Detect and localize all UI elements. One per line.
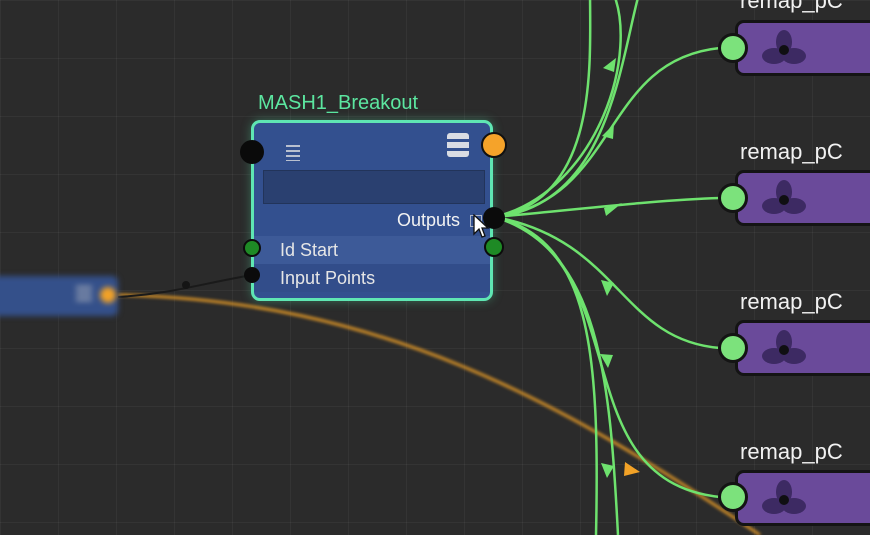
id-start-input-port[interactable] (243, 239, 261, 257)
orange-arrow (624, 462, 640, 476)
message-input-port[interactable] (240, 140, 264, 164)
remap-node-icon (762, 330, 806, 364)
upstream-node[interactable] (0, 276, 118, 316)
node-output-port[interactable] (481, 132, 507, 158)
mouse-cursor-icon (473, 214, 490, 238)
node-name-field[interactable] (263, 170, 485, 204)
remap-node[interactable] (735, 320, 870, 376)
remap-node[interactable] (735, 20, 870, 76)
remap-node-label: remap_pC (740, 0, 843, 13)
remap-node[interactable] (735, 170, 870, 226)
id-start-output-port[interactable] (484, 237, 504, 257)
remap-node[interactable] (735, 470, 870, 526)
remap-node-label: remap_pC (740, 439, 843, 464)
remap-input-port[interactable] (718, 33, 748, 63)
outputs-label: Outputs (396, 210, 460, 230)
output-connections[interactable] (494, 0, 721, 535)
remap-node-icon (762, 30, 806, 64)
remap-node-label: remap_pC (740, 139, 843, 164)
remap-node-label: remap_pC (740, 289, 843, 314)
attr-label: Input Points (280, 268, 376, 288)
list-icon[interactable] (286, 145, 300, 161)
remap-input-port[interactable] (718, 333, 748, 363)
input-points-port[interactable] (244, 267, 260, 283)
node-title: MASH1_Breakout (258, 92, 419, 114)
stack-icon[interactable] (447, 133, 469, 157)
wire-dot (182, 281, 190, 289)
remap-input-port[interactable] (718, 482, 748, 512)
attr-label: Id Start (280, 240, 339, 260)
mash-breakout-node[interactable]: Outputs Id Start Input Points (251, 120, 493, 301)
attr-id-start[interactable]: Id Start (254, 236, 490, 264)
list-icon (76, 286, 92, 304)
attr-input-points[interactable]: Input Points (254, 264, 490, 292)
remap-node-icon (762, 180, 806, 214)
remap-node-icon (762, 480, 806, 514)
upstream-output-port[interactable] (100, 287, 116, 303)
remap-input-port[interactable] (718, 183, 748, 213)
